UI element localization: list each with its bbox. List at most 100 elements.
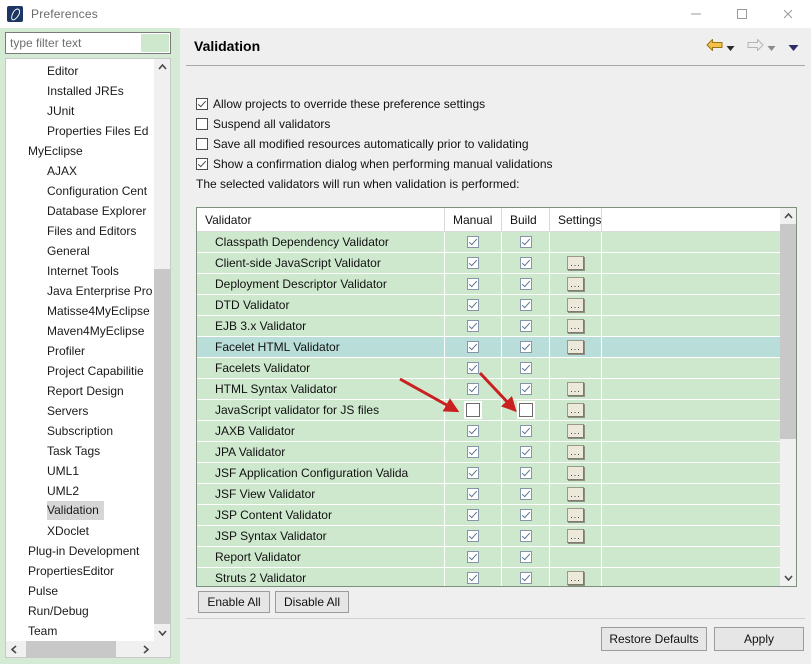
sidebar-item-validation[interactable]: Validation	[6, 501, 154, 521]
settings-cell[interactable]: ...	[550, 337, 602, 357]
manual-cell[interactable]	[445, 379, 502, 399]
column-header-validator[interactable]: Validator	[197, 208, 445, 231]
build-cell[interactable]	[502, 484, 550, 504]
build-cell[interactable]	[502, 547, 550, 567]
scroll-left-icon[interactable]	[6, 641, 22, 657]
sidebar-item-configuration-cent[interactable]: Configuration Cent	[6, 181, 154, 201]
settings-ellipsis-button[interactable]: ...	[567, 277, 584, 291]
table-row[interactable]: Struts 2 Validator...	[197, 568, 781, 586]
settings-ellipsis-button[interactable]: ...	[567, 529, 584, 543]
settings-cell[interactable]: ...	[550, 400, 602, 420]
manual-cell[interactable]	[445, 358, 502, 378]
manual-checkbox-icon[interactable]	[467, 488, 479, 500]
settings-cell[interactable]: ...	[550, 379, 602, 399]
table-row[interactable]: Facelet HTML Validator...	[197, 337, 781, 358]
scroll-up-icon[interactable]	[154, 59, 170, 75]
manual-cell[interactable]	[445, 253, 502, 273]
manual-checkbox-icon[interactable]	[467, 383, 479, 395]
settings-cell[interactable]: ...	[550, 253, 602, 273]
build-checkbox-icon[interactable]	[519, 299, 532, 311]
build-checkbox-icon[interactable]	[519, 278, 532, 290]
sidebar-item-files-and-editors[interactable]: Files and Editors	[6, 221, 154, 241]
sidebar-item-xdoclet[interactable]: XDoclet	[6, 521, 154, 541]
manual-checkbox-icon[interactable]	[467, 446, 479, 458]
checkbox-icon[interactable]	[196, 158, 208, 170]
manual-checkbox-icon[interactable]	[467, 572, 479, 584]
settings-ellipsis-button[interactable]: ...	[567, 424, 584, 438]
manual-checkbox-icon[interactable]	[467, 509, 479, 521]
settings-ellipsis-button[interactable]: ...	[567, 319, 584, 333]
scroll-down-icon[interactable]	[154, 625, 170, 641]
column-header-build[interactable]: Build	[502, 208, 550, 231]
manual-cell[interactable]	[445, 442, 502, 462]
settings-cell[interactable]: ...	[550, 295, 602, 315]
sidebar-item-subscription[interactable]: Subscription	[6, 421, 154, 441]
scroll-right-icon[interactable]	[138, 641, 154, 657]
table-scroll-thumb[interactable]	[780, 224, 796, 439]
table-scroll-down-icon[interactable]	[780, 570, 796, 586]
sidebar-item-team[interactable]: Team	[6, 621, 154, 641]
sidebar-item-ajax[interactable]: AJAX	[6, 161, 154, 181]
enable-all-button[interactable]: Enable All	[198, 591, 270, 613]
disable-all-button[interactable]: Disable All	[275, 591, 349, 613]
build-checkbox-icon[interactable]	[519, 383, 532, 395]
build-cell[interactable]	[502, 358, 550, 378]
table-row[interactable]: JavaScript validator for JS files...	[197, 400, 781, 421]
sidebar-item-database-explorer[interactable]: Database Explorer	[6, 201, 154, 221]
build-cell[interactable]	[502, 505, 550, 525]
settings-ellipsis-button[interactable]: ...	[567, 382, 584, 396]
tree-horizontal-scrollbar[interactable]	[6, 641, 154, 657]
sidebar-item-project-capabilitie[interactable]: Project Capabilitie	[6, 361, 154, 381]
sidebar-item-internet-tools[interactable]: Internet Tools	[6, 261, 154, 281]
build-cell[interactable]	[502, 568, 550, 586]
table-row[interactable]: HTML Syntax Validator...	[197, 379, 781, 400]
table-row[interactable]: JAXB Validator...	[197, 421, 781, 442]
checkbox-icon[interactable]	[196, 138, 208, 150]
settings-ellipsis-button[interactable]: ...	[567, 403, 584, 417]
settings-cell[interactable]: ...	[550, 505, 602, 525]
settings-cell[interactable]: ...	[550, 526, 602, 546]
manual-checkbox-icon[interactable]	[467, 299, 479, 311]
table-row[interactable]: Classpath Dependency Validator	[197, 232, 781, 253]
sidebar-item-uml1[interactable]: UML1	[6, 461, 154, 481]
build-checkbox-icon[interactable]	[519, 425, 532, 437]
manual-checkbox-icon[interactable]	[467, 236, 479, 248]
manual-checkbox-icon[interactable]	[464, 401, 482, 419]
build-checkbox-icon[interactable]	[519, 572, 532, 584]
close-icon[interactable]	[765, 0, 811, 28]
restore-defaults-button[interactable]: Restore Defaults	[601, 627, 707, 651]
sidebar-item-editor[interactable]: Editor	[6, 61, 154, 81]
forward-arrow-icon[interactable]	[747, 38, 764, 57]
build-cell[interactable]	[502, 463, 550, 483]
manual-cell[interactable]	[445, 232, 502, 252]
manual-cell[interactable]	[445, 505, 502, 525]
settings-cell[interactable]: ...	[550, 421, 602, 441]
checkbox-icon[interactable]	[196, 118, 208, 130]
manual-cell[interactable]	[445, 463, 502, 483]
manual-cell[interactable]	[445, 295, 502, 315]
table-row[interactable]: Deployment Descriptor Validator...	[197, 274, 781, 295]
sidebar-item-propertieseditor[interactable]: PropertiesEditor	[6, 561, 154, 581]
back-arrow-icon[interactable]	[706, 38, 723, 57]
sidebar-item-task-tags[interactable]: Task Tags	[6, 441, 154, 461]
build-cell[interactable]	[502, 526, 550, 546]
sidebar-item-myeclipse[interactable]: MyEclipse	[6, 141, 154, 161]
build-checkbox-icon[interactable]	[519, 488, 532, 500]
settings-ellipsis-button[interactable]: ...	[567, 445, 584, 459]
settings-cell[interactable]: ...	[550, 568, 602, 586]
settings-ellipsis-button[interactable]: ...	[567, 508, 584, 522]
apply-button[interactable]: Apply	[714, 627, 804, 651]
manual-checkbox-icon[interactable]	[467, 341, 479, 353]
manual-cell[interactable]	[445, 337, 502, 357]
settings-ellipsis-button[interactable]: ...	[567, 466, 584, 480]
manual-cell[interactable]	[445, 484, 502, 504]
checkbox-icon[interactable]	[196, 98, 208, 110]
sidebar-item-servers[interactable]: Servers	[6, 401, 154, 421]
manual-cell[interactable]	[445, 547, 502, 567]
manual-checkbox-icon[interactable]	[467, 467, 479, 479]
option-row[interactable]: Allow projects to override these prefere…	[196, 94, 796, 114]
sidebar-item-maven4myeclipse[interactable]: Maven4MyEclipse	[6, 321, 154, 341]
manual-cell[interactable]	[445, 400, 502, 420]
manual-checkbox-icon[interactable]	[467, 425, 479, 437]
build-checkbox-icon[interactable]	[519, 530, 532, 542]
